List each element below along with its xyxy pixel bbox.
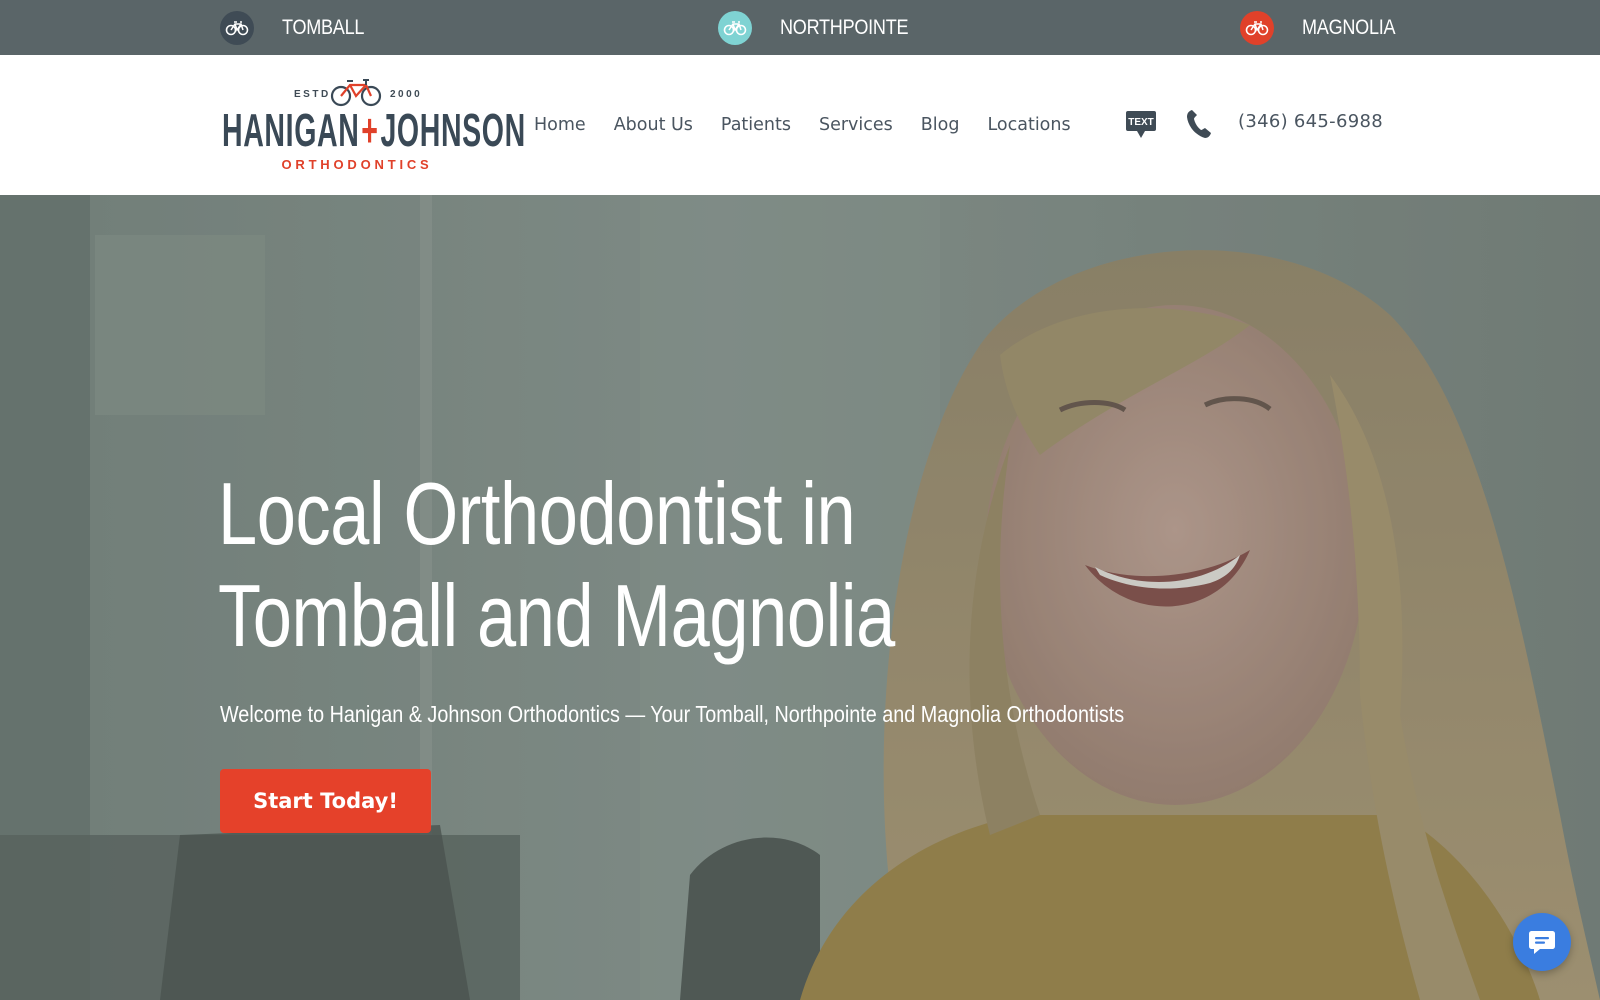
- hero-title-line1: Local Orthodontist in: [218, 464, 856, 563]
- text-icon-label: TEXT: [1128, 117, 1154, 128]
- logo-year: 2000: [390, 89, 423, 100]
- logo-subtitle: ORTHODONTICS: [281, 157, 433, 172]
- logo-plus: +: [361, 104, 379, 156]
- chat-icon: [1529, 931, 1555, 954]
- nav-item-locations[interactable]: Locations: [987, 115, 1070, 135]
- location-label: NORTHPOINTE: [780, 15, 909, 39]
- start-today-button[interactable]: Start Today!: [220, 769, 431, 833]
- location-link-magnolia[interactable]: MAGNOLIA: [1240, 0, 1410, 55]
- logo-estd: ESTD: [294, 89, 331, 100]
- locations-bar: TOMBALL NORTHPOINTE MAGNOLIA: [0, 0, 1600, 55]
- location-label: TOMBALL: [282, 15, 365, 39]
- logo-name-left: HANIGAN: [222, 104, 360, 156]
- location-link-northpointe[interactable]: NORTHPOINTE: [718, 0, 929, 55]
- phone-number-link[interactable]: (346) 645-6988: [1238, 111, 1383, 132]
- hero-title: Local Orthodontist in Tomball and Magnol…: [218, 463, 1018, 667]
- bicycle-icon: [1240, 10, 1274, 45]
- hero-section: Local Orthodontist in Tomball and Magnol…: [0, 195, 1600, 1000]
- hero-subtitle: Welcome to Hanigan & Johnson Orthodontic…: [220, 701, 1125, 727]
- bicycle-icon: [220, 10, 254, 45]
- hero-title-line2: Tomball and Magnolia: [218, 566, 895, 665]
- location-link-tomball[interactable]: TOMBALL: [220, 0, 378, 55]
- chat-widget-button[interactable]: [1513, 913, 1571, 971]
- main-nav: Home About Us Patients Services Blog Loc…: [534, 55, 1099, 195]
- logo-name-right: JOHNSON: [380, 104, 526, 156]
- nav-item-about-us[interactable]: About Us: [614, 115, 693, 135]
- phone-icon[interactable]: [1186, 109, 1212, 144]
- location-label: MAGNOLIA: [1302, 15, 1396, 39]
- site-header: ESTD 2000 HANIGAN + JOHNSON ORTHODONTICS…: [0, 55, 1600, 195]
- nav-item-patients[interactable]: Patients: [721, 115, 791, 135]
- nav-item-home[interactable]: Home: [534, 115, 586, 135]
- logo[interactable]: ESTD 2000 HANIGAN + JOHNSON ORTHODONTICS: [222, 77, 525, 175]
- bicycle-icon: [718, 10, 752, 45]
- nav-item-services[interactable]: Services: [819, 115, 893, 135]
- text-message-icon[interactable]: TEXT: [1126, 111, 1156, 144]
- nav-item-blog[interactable]: Blog: [921, 115, 960, 135]
- logo-wordmark: HANIGAN + JOHNSON: [222, 104, 525, 156]
